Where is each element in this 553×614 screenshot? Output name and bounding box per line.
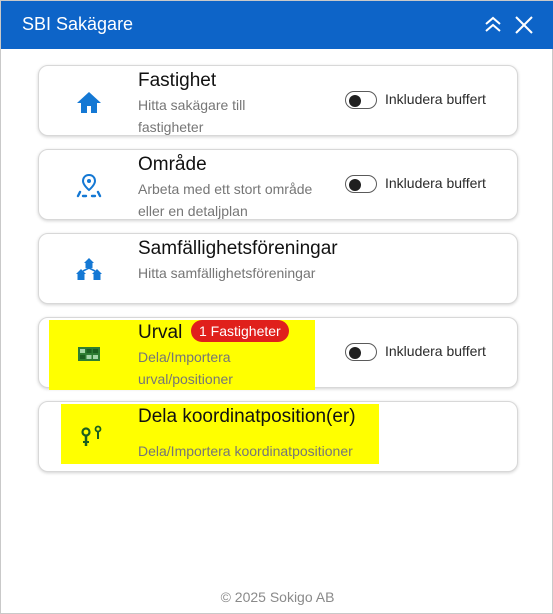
toggle-label: Inkludera buffert [385, 91, 486, 107]
card-omrade[interactable]: Område Arbeta med ett stort område eller… [38, 149, 518, 220]
card-description: Hitta sakägare till fastigheter [138, 97, 246, 135]
toggle-knob [349, 95, 361, 107]
sbi-sakagare-panel: SBI Sakägare Fastighet Hitta sakägare ti… [0, 0, 553, 614]
card-description: Arbeta med ett stort område eller en det… [138, 181, 313, 219]
selection-count-badge: 1 Fastigheter [191, 320, 289, 342]
selection-grid-icon [75, 340, 103, 368]
area-pin-icon [75, 172, 103, 200]
double-chevron-up-icon [481, 13, 505, 37]
card-title: Urval [138, 322, 183, 343]
toggle-label: Inkludera buffert [385, 343, 486, 359]
collapse-button[interactable] [481, 13, 505, 37]
toggle-knob [349, 179, 361, 191]
toggle-label: Inkludera buffert [385, 175, 486, 191]
coordinate-markers-icon [79, 422, 107, 450]
card-title: Samfällighetsföreningar [138, 238, 338, 259]
card-description: Dela/Importera koordinatpositioner [138, 443, 353, 459]
toggle-switch[interactable] [345, 175, 377, 193]
card-title: Fastighet [138, 70, 217, 91]
house-icon [75, 88, 103, 116]
card-description: Dela/Importera urval/positioner [138, 349, 233, 387]
toggle-switch[interactable] [345, 343, 377, 361]
toggle-switch[interactable] [345, 91, 377, 109]
card-fastighet[interactable]: Fastighet Hitta sakägare till fastighete… [38, 65, 518, 136]
association-houses-icon [75, 256, 103, 284]
close-button[interactable] [512, 13, 536, 37]
card-title: Dela koordinatposition(er) [138, 406, 356, 427]
card-title: Område [138, 154, 207, 175]
card-dela-koordinatpositioner[interactable]: Dela koordinatposition(er) Dela/Importer… [38, 401, 518, 472]
toggle-knob [349, 347, 361, 359]
copyright-footer: © 2025 Sokigo AB [220, 589, 335, 605]
card-samfallighetsforeningar[interactable]: Samfällighetsföreningar Hitta samfälligh… [38, 233, 518, 304]
close-icon [512, 13, 536, 37]
panel-header: SBI Sakägare [1, 1, 553, 49]
card-description: Hitta samfällighetsföreningar [138, 265, 316, 281]
card-urval[interactable]: Urval 1 Fastigheter Dela/Importera urval… [38, 317, 518, 390]
panel-title: SBI Sakägare [22, 14, 134, 34]
